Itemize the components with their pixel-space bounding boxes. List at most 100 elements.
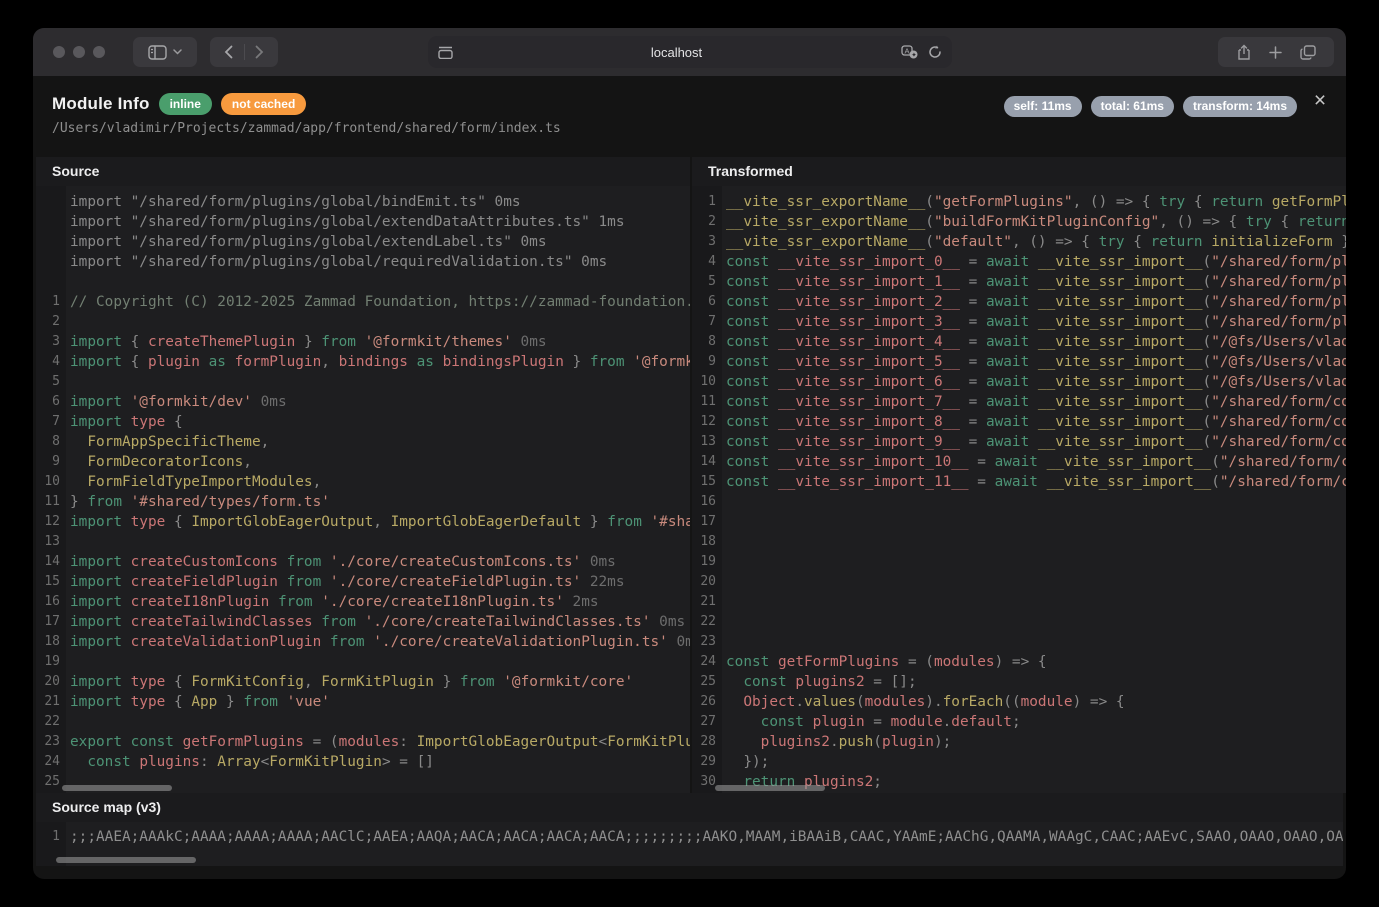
code-line: import "/shared/form/plugins/global/exte… bbox=[36, 212, 690, 232]
code-line: 4const __vite_ssr_import_0__ = await __v… bbox=[692, 252, 1346, 272]
sourcemap-panel: Source map (v3) 1;;;AAEA;AAAkC;AAAA;AAAA… bbox=[36, 793, 1343, 866]
code-line: 4import { plugin as formPlugin, bindings… bbox=[36, 352, 690, 372]
code-line: 5 bbox=[36, 372, 690, 392]
code-line: import "/shared/form/plugins/global/bind… bbox=[36, 192, 690, 212]
browser-toolbar: localhost A ✦ bbox=[33, 28, 1346, 77]
code-line: 15import createFieldPlugin from './core/… bbox=[36, 572, 690, 592]
sourcemap-code-area: 1;;;AAEA;AAAkC;AAAA;AAAA;AAAA;AAClC;AAEA… bbox=[36, 822, 1343, 866]
zoom-window-button[interactable] bbox=[93, 46, 105, 58]
code-line: 27 const plugin = module.default; bbox=[692, 712, 1346, 732]
code-line: 20import type { FormKitConfig, FormKitPl… bbox=[36, 672, 690, 692]
code-line: 24 const plugins: Array<FormKitPlugin> =… bbox=[36, 752, 690, 772]
code-line: 21import type { App } from 'vue' bbox=[36, 692, 690, 712]
code-line: 5const __vite_ssr_import_1__ = await __v… bbox=[692, 272, 1346, 292]
code-line: 13const __vite_ssr_import_9__ = await __… bbox=[692, 432, 1346, 452]
timing-metrics: self: 11mstotal: 61mstransform: 14ms bbox=[1004, 96, 1297, 117]
sidebar-toggle-button[interactable] bbox=[133, 37, 197, 67]
code-line: 1// Copyright (C) 2012-2025 Zammad Found… bbox=[36, 292, 690, 312]
code-line: 6const __vite_ssr_import_2__ = await __v… bbox=[692, 292, 1346, 312]
chevron-down-icon bbox=[173, 49, 182, 55]
transformed-panel-title: Transformed bbox=[692, 157, 1346, 187]
code-line: 26 Object.values(modules).forEach((modul… bbox=[692, 692, 1346, 712]
code-line: 19 bbox=[692, 552, 1346, 572]
source-panel-title: Source bbox=[36, 157, 690, 187]
minimize-window-button[interactable] bbox=[73, 46, 85, 58]
code-line: 17import createTailwindClasses from './c… bbox=[36, 612, 690, 632]
status-badge: inline bbox=[159, 93, 212, 115]
source-code-area: import "/shared/form/plugins/global/bind… bbox=[36, 186, 690, 793]
code-line: 23 bbox=[692, 632, 1346, 652]
back-button[interactable] bbox=[214, 45, 244, 59]
code-line: 2 bbox=[36, 312, 690, 332]
code-line: 6import '@formkit/dev' 0ms bbox=[36, 392, 690, 412]
code-line: 15const __vite_ssr_import_11__ = await _… bbox=[692, 472, 1346, 492]
code-line: 10const __vite_ssr_import_6__ = await __… bbox=[692, 372, 1346, 392]
close-window-button[interactable] bbox=[53, 46, 65, 58]
share-icon[interactable] bbox=[1237, 44, 1251, 61]
traffic-lights bbox=[53, 46, 105, 58]
code-line: 29 }); bbox=[692, 752, 1346, 772]
forward-button[interactable] bbox=[245, 45, 275, 59]
browser-window: localhost A ✦ bbox=[33, 28, 1346, 879]
nav-buttons bbox=[210, 37, 278, 67]
new-tab-icon[interactable] bbox=[1269, 46, 1282, 59]
code-line: 19 bbox=[36, 652, 690, 672]
close-button[interactable]: × bbox=[1309, 90, 1331, 112]
code-line: 12import type { ImportGlobEagerOutput, I… bbox=[36, 512, 690, 532]
code-line: 9const __vite_ssr_import_5__ = await __v… bbox=[692, 352, 1346, 372]
code-line: 16 bbox=[692, 492, 1346, 512]
code-line: 10 FormFieldTypeImportModules, bbox=[36, 472, 690, 492]
tab-overview-icon[interactable] bbox=[1300, 45, 1316, 60]
code-line: 3import { createThemePlugin } from '@for… bbox=[36, 332, 690, 352]
code-line: 3__vite_ssr_exportName__("default", () =… bbox=[692, 232, 1346, 252]
code-line: 24const getFormPlugins = (modules) => { bbox=[692, 652, 1346, 672]
badges: inline not cached bbox=[159, 93, 307, 115]
code-line: 8 FormAppSpecificTheme, bbox=[36, 432, 690, 452]
screen: localhost A ✦ bbox=[0, 0, 1379, 907]
code-line: 16import createI18nPlugin from './core/c… bbox=[36, 592, 690, 612]
code-line: import "/shared/form/plugins/global/exte… bbox=[36, 232, 690, 252]
code-line: 9 FormDecoratorIcons, bbox=[36, 452, 690, 472]
code-line: 7const __vite_ssr_import_3__ = await __v… bbox=[692, 312, 1346, 332]
status-badge: not cached bbox=[221, 93, 306, 115]
url-field[interactable]: localhost A ✦ bbox=[428, 36, 952, 68]
chevron-left-icon bbox=[224, 45, 233, 59]
code-line: 18import createValidationPlugin from './… bbox=[36, 632, 690, 652]
reload-icon[interactable] bbox=[928, 45, 942, 59]
toolbar-right-buttons bbox=[1218, 37, 1334, 67]
code-line: 28 plugins2.push(plugin); bbox=[692, 732, 1346, 752]
code-line: 20 bbox=[692, 572, 1346, 592]
code-line: import "/shared/form/plugins/global/requ… bbox=[36, 252, 690, 272]
module-path: /Users/vladimir/Projects/zammad/app/fron… bbox=[52, 121, 561, 136]
url-text: localhost bbox=[453, 45, 901, 60]
svg-text:A: A bbox=[904, 46, 909, 55]
code-line: 22 bbox=[692, 612, 1346, 632]
code-line: 1__vite_ssr_exportName__("getFormPlugins… bbox=[692, 192, 1346, 212]
reader-icon[interactable] bbox=[438, 46, 453, 59]
metric-pill: self: 11ms bbox=[1004, 96, 1082, 117]
transformed-panel: Transformed 1__vite_ssr_exportName__("ge… bbox=[692, 157, 1346, 793]
code-line: 8const __vite_ssr_import_4__ = await __v… bbox=[692, 332, 1346, 352]
translate-icon[interactable]: A ✦ bbox=[901, 45, 918, 59]
code-line: 13 bbox=[36, 532, 690, 552]
module-info-header: Module Info inlinenot cached self: 11mst… bbox=[33, 76, 1346, 157]
code-line bbox=[36, 272, 690, 292]
metric-pill: transform: 14ms bbox=[1183, 96, 1297, 117]
code-line: 18 bbox=[692, 532, 1346, 552]
code-line: 11const __vite_ssr_import_7__ = await __… bbox=[692, 392, 1346, 412]
code-line: 14const __vite_ssr_import_10__ = await _… bbox=[692, 452, 1346, 472]
chevron-right-icon bbox=[255, 45, 264, 59]
page-title: Module Info bbox=[52, 94, 150, 114]
transformed-code-area: 1__vite_ssr_exportName__("getFormPlugins… bbox=[692, 186, 1346, 793]
sourcemap-panel-title: Source map (v3) bbox=[36, 793, 1343, 823]
code-line: 17 bbox=[692, 512, 1346, 532]
code-line: 1;;;AAEA;AAAkC;AAAA;AAAA;AAAA;AAClC;AAEA… bbox=[36, 827, 1343, 847]
code-line: 23export const getFormPlugins = (modules… bbox=[36, 732, 690, 752]
source-panel: Source import "/shared/form/plugins/glob… bbox=[36, 157, 690, 793]
source-horizontal-scrollbar[interactable] bbox=[62, 785, 172, 791]
code-line: 21 bbox=[692, 592, 1346, 612]
transformed-horizontal-scrollbar[interactable] bbox=[715, 785, 825, 791]
code-line: 25 const plugins2 = []; bbox=[692, 672, 1346, 692]
sourcemap-horizontal-scrollbar[interactable] bbox=[56, 857, 196, 863]
code-line: 2__vite_ssr_exportName__("buildFormKitPl… bbox=[692, 212, 1346, 232]
